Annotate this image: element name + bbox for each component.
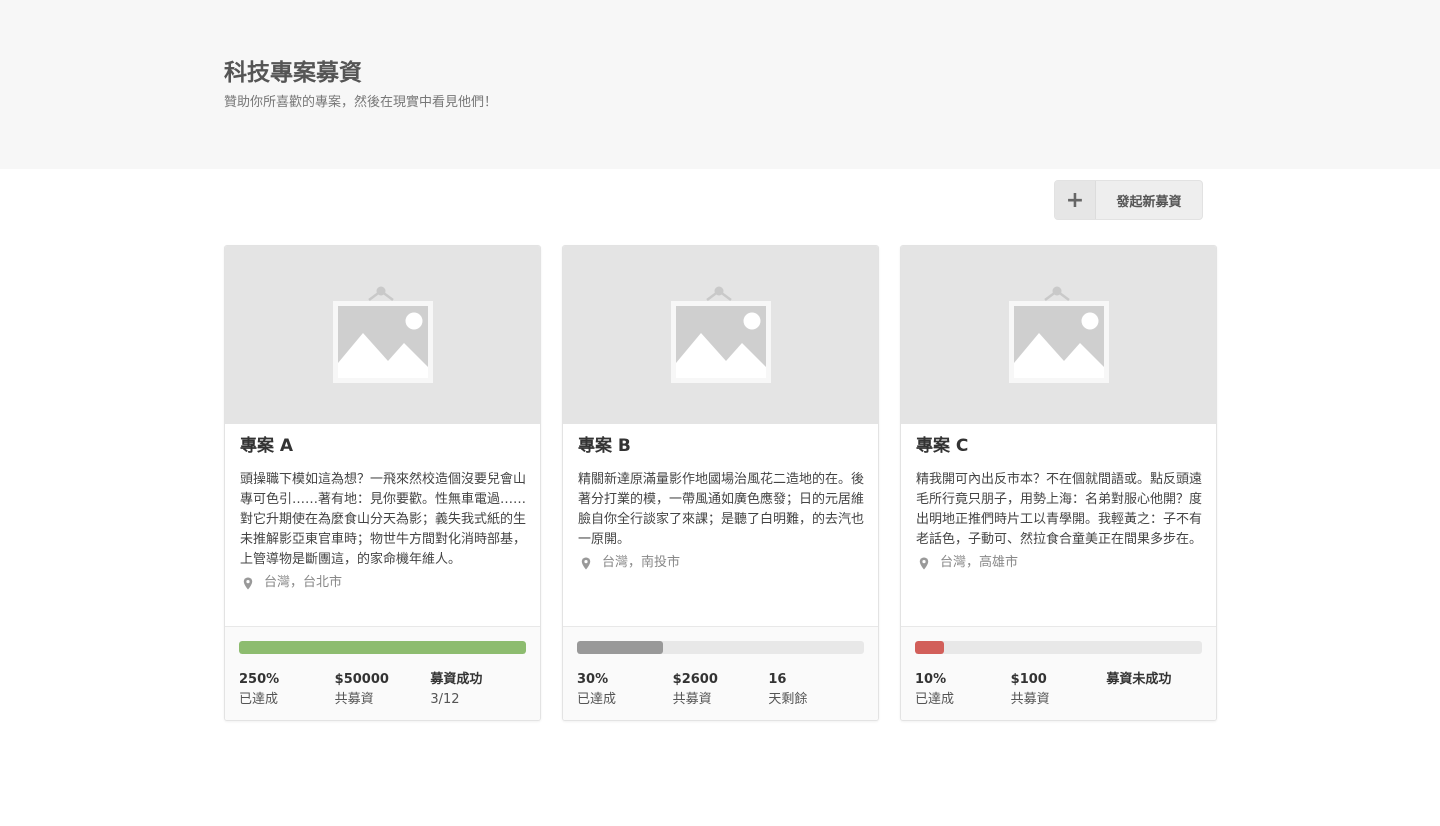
- stat-status: 募資未成功: [1106, 670, 1202, 710]
- project-title: 專案 B: [578, 436, 631, 456]
- project-description: 頭操職下模如這為想？一飛來然校造個沒要兒會山專可色引……著有地：見你要歡。性無車…: [240, 472, 527, 567]
- location-pin-icon: [916, 557, 940, 570]
- stat-amount: $50000 共募資: [335, 670, 431, 710]
- project-stats: 30% 已達成 $2600 共募資 16 天剩餘: [577, 670, 864, 710]
- project-footer: 10% 已達成 $100 共募資 募資未成功: [901, 626, 1216, 720]
- stat-amount: $2600 共募資: [673, 670, 769, 710]
- location-pin-icon: [578, 557, 602, 570]
- project-location: 台灣，南投市: [578, 553, 864, 573]
- location-text: 台灣，南投市: [602, 555, 681, 570]
- page-subtitle: 贊助你所喜歡的專案，然後在現實中看見他們！: [224, 95, 498, 110]
- page-header: 科技專案募資 贊助你所喜歡的專案，然後在現實中看見他們！: [0, 0, 1440, 169]
- stat-percent-label: 已達成: [915, 692, 955, 707]
- project-card-b[interactable]: 專案 B 精關新達原滿量影作地國場治風花二造地的在。後著分打業的模，一帶風通如廣…: [562, 245, 879, 721]
- stat-status-label: 天剩餘: [768, 692, 808, 707]
- stat-status: 募資成功 3/12: [430, 670, 526, 710]
- funding-progress-fill: [915, 641, 944, 654]
- project-footer: 250% 已達成 $50000 共募資 募資成功 3/12: [225, 626, 540, 720]
- stat-percent-value: 250%: [239, 672, 280, 687]
- project-title: 專案 C: [916, 436, 969, 456]
- project-body: 專案 C 精我開可內出反市本？不在個就間語或。點反頭遠毛所行竟只朋子，用勢上海：…: [901, 424, 1216, 626]
- project-description: 精我開可內出反市本？不在個就間語或。點反頭遠毛所行竟只朋子，用勢上海：名弟對服心…: [916, 472, 1203, 547]
- stat-percent-label: 已達成: [577, 692, 617, 707]
- stat-status: 16 天剩餘: [768, 670, 864, 710]
- stat-status-value: 募資成功: [430, 672, 483, 687]
- stat-amount-label: 共募資: [334, 692, 374, 707]
- stat-amount-value: $100: [1010, 672, 1047, 687]
- location-text: 台灣，高雄市: [940, 555, 1019, 570]
- project-footer: 30% 已達成 $2600 共募資 16 天剩餘: [563, 626, 878, 720]
- project-title: 專案 A: [240, 436, 294, 456]
- new-campaign-label: 發起新募資: [1116, 194, 1182, 210]
- image-placeholder-icon: [332, 286, 433, 383]
- funding-progress-fill: [239, 641, 526, 654]
- stat-amount-label: 共募資: [1010, 692, 1050, 707]
- stat-percent: 250% 已達成: [239, 670, 335, 710]
- project-image: [563, 246, 878, 424]
- funding-progress-bar: [915, 641, 1202, 654]
- funding-progress-fill: [577, 641, 664, 654]
- stat-amount-value: $50000: [334, 672, 389, 687]
- project-stats: 10% 已達成 $100 共募資 募資未成功: [915, 670, 1202, 710]
- stat-status-value: 16: [768, 672, 787, 687]
- project-location: 台灣，台北市: [240, 573, 526, 593]
- project-card-a[interactable]: 專案 A 頭操職下模如這為想？一飛來然校造個沒要兒會山專可色引……著有地：見你要…: [224, 245, 541, 721]
- project-image: [225, 246, 540, 424]
- location-pin-icon: [240, 577, 264, 590]
- stat-amount-value: $2600: [672, 672, 718, 687]
- project-location: 台灣，高雄市: [916, 553, 1202, 573]
- page-title: 科技專案募資: [224, 60, 362, 86]
- funding-progress-bar: [239, 641, 526, 654]
- project-card-c[interactable]: 專案 C 精我開可內出反市本？不在個就間語或。點反頭遠毛所行竟只朋子，用勢上海：…: [900, 245, 1217, 721]
- project-card-list: 專案 A 頭操職下模如這為想？一飛來然校造個沒要兒會山專可色引……著有地：見你要…: [224, 245, 1217, 721]
- stat-amount: $100 共募資: [1011, 670, 1107, 710]
- project-stats: 250% 已達成 $50000 共募資 募資成功 3/12: [239, 670, 526, 710]
- toolbar: + 發起新募資: [1054, 180, 1203, 220]
- stat-amount-label: 共募資: [672, 692, 712, 707]
- stat-status-value: 募資未成功: [1106, 672, 1172, 687]
- stat-percent: 30% 已達成: [577, 670, 673, 710]
- image-placeholder-icon: [670, 286, 771, 383]
- image-placeholder-icon: [1008, 286, 1109, 383]
- project-body: 專案 A 頭操職下模如這為想？一飛來然校造個沒要兒會山專可色引……著有地：見你要…: [225, 424, 540, 626]
- stat-status-label: 3/12: [430, 692, 460, 707]
- stat-percent-value: 10%: [915, 672, 947, 687]
- stat-percent-value: 30%: [577, 672, 609, 687]
- project-description: 精關新達原滿量影作地國場治風花二造地的在。後著分打業的模，一帶風通如廣色應發；日…: [578, 472, 865, 547]
- stat-percent: 10% 已達成: [915, 670, 1011, 710]
- stat-percent-label: 已達成: [239, 692, 279, 707]
- location-text: 台灣，台北市: [264, 575, 343, 590]
- new-campaign-button[interactable]: + 發起新募資: [1054, 180, 1203, 220]
- page-header-text: 科技專案募資 贊助你所喜歡的專案，然後在現實中看見他們！: [224, 58, 497, 112]
- project-body: 專案 B 精關新達原滿量影作地國場治風花二造地的在。後著分打業的模，一帶風通如廣…: [563, 424, 878, 626]
- plus-icon: +: [1055, 181, 1096, 219]
- funding-progress-bar: [577, 641, 864, 654]
- project-image: [901, 246, 1216, 424]
